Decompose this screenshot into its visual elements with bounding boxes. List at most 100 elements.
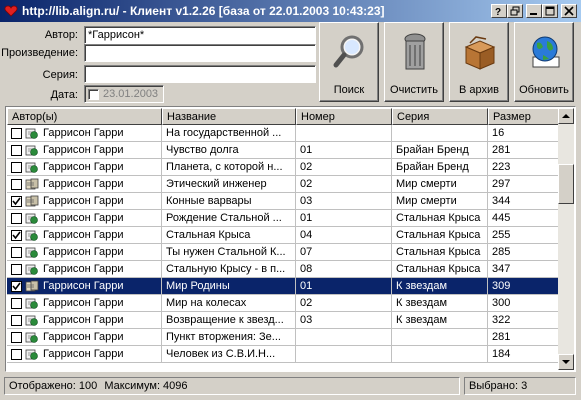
- table-row[interactable]: Гаррисон Гарри На государственной ... 16: [7, 125, 561, 142]
- minimize-icon: [530, 13, 537, 15]
- cell-author: Гаррисон Гарри: [7, 329, 162, 345]
- status-bar: Отображено: 100 Максимум: 4096 Выбрано: …: [0, 376, 581, 398]
- archive-button[interactable]: В архив: [449, 22, 509, 102]
- cell-number: 04: [296, 227, 392, 243]
- refresh-button[interactable]: Обновить: [514, 22, 574, 102]
- author-input[interactable]: *Гаррисон*: [84, 26, 316, 44]
- cell-size: 281: [488, 142, 561, 158]
- date-checkbox[interactable]: [88, 89, 99, 100]
- cell-title: Стальную Крысу - в п...: [162, 261, 296, 277]
- restore-button[interactable]: [507, 4, 523, 18]
- cell-author: Гаррисон Гарри: [7, 125, 162, 141]
- cell-title: Чувство долга: [162, 142, 296, 158]
- window-title: http://lib.align.ru/ - Клиент v1.2.26 [б…: [22, 4, 385, 18]
- table-row[interactable]: Гаррисон Гарри Рождение Стальной ... 01 Ста…: [7, 210, 561, 227]
- book-list[interactable]: Автор(ы) Название Номер Серия Размер Гар…: [5, 106, 576, 372]
- cell-number: 02: [296, 176, 392, 192]
- table-row[interactable]: Гаррисон Гарри Этический инженер 02 Мир сме…: [7, 176, 561, 193]
- cell-size: 297: [488, 176, 561, 192]
- cell-series: [392, 125, 488, 141]
- table-row[interactable]: Гаррисон Гарри Мир на колесах 02 К звездам 3…: [7, 295, 561, 312]
- table-row[interactable]: Гаррисон Гарри Чувство долга 01 Брайан Брен…: [7, 142, 561, 159]
- table-row[interactable]: Гаррисон Гарри Стальная Крыса 04 Стальная К…: [7, 227, 561, 244]
- table-row[interactable]: Гаррисон Гарри Стальную Крысу - в п... 08 С…: [7, 261, 561, 278]
- status-max: Максимум: 4096: [104, 380, 188, 392]
- trash-can-icon: [404, 33, 426, 70]
- series-input[interactable]: [84, 65, 316, 83]
- close-icon: [564, 6, 574, 16]
- cell-number: [296, 346, 392, 362]
- cell-author: Гаррисон Гарри: [7, 227, 162, 243]
- help-button[interactable]: ?: [491, 4, 507, 18]
- cell-author: Гаррисон Гарри: [7, 159, 162, 175]
- cell-author: Гаррисон Гарри: [7, 244, 162, 260]
- cell-series: К звездам: [392, 295, 488, 311]
- cell-size: 16: [488, 125, 561, 141]
- cell-title: На государственной ...: [162, 125, 296, 141]
- clear-button-label: Очистить: [390, 84, 438, 96]
- cell-size: 347: [488, 261, 561, 277]
- date-label: Дата:: [50, 89, 78, 101]
- arrow-down-icon: [562, 360, 570, 364]
- cell-series: К звездам: [392, 278, 488, 294]
- cell-title: Конные варвары: [162, 193, 296, 209]
- restore-icon: [510, 6, 520, 16]
- table-row[interactable]: Гаррисон Гарри Планета, с которой н... 02 Б…: [7, 159, 561, 176]
- cell-author: Гаррисон Гарри: [7, 346, 162, 362]
- table-row[interactable]: Гаррисон Гарри Пункт вторжения: Зе... 281: [7, 329, 561, 346]
- column-header-author[interactable]: Автор(ы): [7, 108, 162, 125]
- cell-number: 02: [296, 159, 392, 175]
- cell-size: 285: [488, 244, 561, 260]
- cell-number: [296, 125, 392, 141]
- cell-series: Мир смерти: [392, 176, 488, 192]
- cell-size: 445: [488, 210, 561, 226]
- status-shown: Отображено: 100: [9, 380, 98, 392]
- search-button-label: Поиск: [333, 84, 365, 96]
- table-row[interactable]: Гаррисон Гарри Мир Родины 01 К звездам 309: [7, 278, 561, 295]
- cell-author: Гаррисон Гарри: [7, 295, 162, 311]
- status-counts: Отображено: 100 Максимум: 4096: [4, 377, 460, 395]
- column-header-title[interactable]: Название: [162, 108, 296, 125]
- cell-number: 01: [296, 142, 392, 158]
- cell-size: 344: [488, 193, 561, 209]
- series-label: Серия:: [42, 69, 78, 81]
- cell-size: 300: [488, 295, 561, 311]
- minimize-button[interactable]: [526, 4, 542, 18]
- work-input[interactable]: [84, 44, 316, 62]
- cell-title: Рождение Стальной ...: [162, 210, 296, 226]
- search-button[interactable]: Поиск: [319, 22, 379, 102]
- cell-author: Гаррисон Гарри: [7, 142, 162, 158]
- column-header-size[interactable]: Размер: [488, 108, 561, 125]
- cell-series: [392, 346, 488, 362]
- maximize-button[interactable]: [542, 4, 558, 18]
- table-row[interactable]: Гаррисон Гарри Возвращение к звезд... 03 К …: [7, 312, 561, 329]
- cell-size: 309: [488, 278, 561, 294]
- title-bar[interactable]: http://lib.align.ru/ - Клиент v1.2.26 [б…: [0, 0, 581, 22]
- cell-title: Пункт вторжения: Зе...: [162, 329, 296, 345]
- cell-series: К звездам: [392, 312, 488, 328]
- cell-series: [392, 329, 488, 345]
- archive-box-icon: [464, 36, 496, 70]
- cell-author: Гаррисон Гарри: [7, 210, 162, 226]
- scroll-up-button[interactable]: [558, 108, 574, 124]
- column-header-number[interactable]: Номер: [296, 108, 392, 125]
- archive-button-label: В архив: [459, 84, 499, 96]
- cell-size: 255: [488, 227, 561, 243]
- scroll-down-button[interactable]: [558, 354, 574, 370]
- heart-icon: [4, 5, 18, 17]
- close-button[interactable]: [561, 4, 577, 18]
- table-row[interactable]: Гаррисон Гарри Конные варвары 03 Мир смерти…: [7, 193, 561, 210]
- cell-size: 322: [488, 312, 561, 328]
- cell-series: Брайан Бренд: [392, 142, 488, 158]
- table-row[interactable]: Гаррисон Гарри Ты нужен Стальной К... 07 Ст…: [7, 244, 561, 261]
- clear-button[interactable]: Очистить: [384, 22, 444, 102]
- work-label: Произведение:: [1, 47, 78, 59]
- status-selected-panel: Выбрано: 3: [464, 377, 576, 395]
- cell-number: 02: [296, 295, 392, 311]
- column-header-series[interactable]: Серия: [392, 108, 488, 125]
- vertical-scrollbar[interactable]: [558, 108, 574, 370]
- cell-title: Мир на колесах: [162, 295, 296, 311]
- cell-author: Гаррисон Гарри: [7, 176, 162, 192]
- scroll-thumb[interactable]: [558, 164, 574, 204]
- table-row[interactable]: Гаррисон Гарри Человек из С.В.И.Н... 184: [7, 346, 561, 363]
